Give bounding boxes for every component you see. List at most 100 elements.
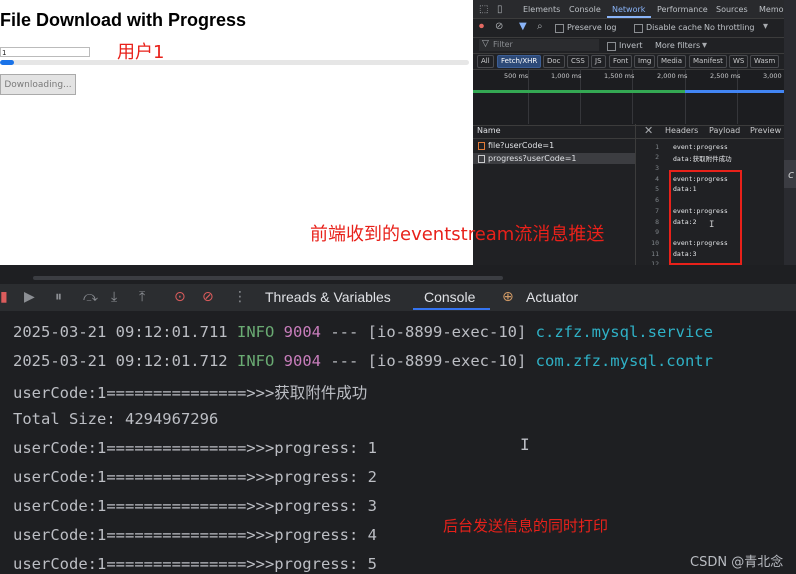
response-line: data:获取附件成功 xyxy=(673,155,732,163)
invert-checkbox[interactable] xyxy=(607,42,616,51)
filter-input[interactable]: Filter xyxy=(479,39,599,51)
timeline-tick: 2,000 ms xyxy=(657,72,688,80)
log-logger[interactable]: c.zfz.mysql.service xyxy=(536,323,713,341)
log-line: userCode:1===============>>>progress: 5 xyxy=(13,555,377,573)
devtools-tab-console[interactable]: Console xyxy=(569,5,601,14)
search-icon[interactable]: ⌕ xyxy=(537,21,543,32)
ide-debug-toolbar xyxy=(0,284,796,311)
type-filter-fetch-xhr[interactable]: Fetch/XHR xyxy=(497,55,542,68)
line-number: 2 xyxy=(655,153,659,161)
devtools-tab-network[interactable]: Network xyxy=(612,5,645,14)
mute-breakpoints-icon[interactable]: ⊘ xyxy=(202,289,214,305)
tab-console[interactable]: Console xyxy=(424,289,475,305)
tab-threads-variables[interactable]: Threads & Variables xyxy=(265,289,391,305)
log-separator: --- xyxy=(330,352,359,370)
step-into-icon[interactable]: ⤓ xyxy=(111,289,117,305)
devtools-tab-performance[interactable]: Performance xyxy=(657,5,708,14)
response-line: event:progress xyxy=(673,143,728,151)
type-filter-js[interactable]: JS xyxy=(591,55,606,68)
active-tab-indicator xyxy=(413,308,490,310)
request-row[interactable]: file?userCode=1 xyxy=(473,140,635,151)
timeline-waterfall-bar xyxy=(685,90,796,93)
chevron-down-icon[interactable]: ▾ xyxy=(702,40,707,51)
inspect-element-icon[interactable]: ⬚ xyxy=(479,4,488,15)
more-filters-button[interactable]: More filters xyxy=(655,41,700,50)
type-filter-media[interactable]: Media xyxy=(657,55,687,68)
xhr-request-icon xyxy=(478,142,485,150)
log-line: 2025-03-21 09:12:01.712 INFO 9004 --- [i… xyxy=(13,352,713,370)
devtools-tab-elements[interactable]: Elements xyxy=(523,5,560,14)
download-progress-bar xyxy=(0,60,469,65)
user-annotation: 用户1 xyxy=(117,42,165,63)
frontend-annotation: 前端收到的eventstream流消息推送 xyxy=(310,224,605,245)
devtools-tab-sources[interactable]: Sources xyxy=(716,5,748,14)
throttling-select[interactable]: No throttling xyxy=(704,23,755,32)
disable-cache-label: Disable cache xyxy=(646,23,702,32)
text-cursor-icon: I xyxy=(520,435,530,454)
user-code-input[interactable]: 1 xyxy=(0,47,90,57)
log-thread: [io-8899-exec-10] xyxy=(367,352,527,370)
log-pid: 9004 xyxy=(283,323,321,341)
type-filter-ws[interactable]: WS xyxy=(729,55,749,68)
device-toolbar-icon[interactable]: ▯ xyxy=(497,4,503,15)
line-number: 8 xyxy=(655,218,659,226)
timeline-tick: 2,500 ms xyxy=(710,72,741,80)
record-icon[interactable]: ⏺ xyxy=(479,21,484,32)
type-filter-doc[interactable]: Doc xyxy=(543,55,565,68)
log-line: userCode:1===============>>>progress: 4 xyxy=(13,526,377,544)
log-thread: [io-8899-exec-10] xyxy=(367,323,527,341)
request-name: file?userCode=1 xyxy=(488,141,555,150)
name-column-header[interactable]: Name xyxy=(477,126,501,135)
request-row-selected[interactable]: progress?userCode=1 xyxy=(473,153,635,164)
timeline-tick: 500 ms xyxy=(504,72,529,80)
preserve-log-label: Preserve log xyxy=(567,23,617,32)
detail-tab-headers[interactable]: Headers xyxy=(665,126,698,135)
pause-icon[interactable]: ⏸ xyxy=(55,289,62,305)
actuator-icon[interactable]: ⊕ xyxy=(502,289,514,305)
type-filter-wasm[interactable]: Wasm xyxy=(750,55,780,68)
line-number: 7 xyxy=(655,207,659,215)
type-filter-img[interactable]: Img xyxy=(634,55,656,68)
log-line: userCode:1===============>>>progress: 3 xyxy=(13,497,377,515)
type-filter-manifest[interactable]: Manifest xyxy=(689,55,727,68)
detail-tab-payload[interactable]: Payload xyxy=(709,126,740,135)
background-window-edge xyxy=(784,0,796,265)
document-request-icon xyxy=(478,155,485,163)
step-over-icon[interactable]: ⤼ xyxy=(83,289,98,305)
highlight-box xyxy=(669,170,742,265)
stop-icon[interactable]: ▮ xyxy=(0,289,8,305)
detail-tab-preview[interactable]: Preview xyxy=(750,126,781,135)
devtools-tab-memory[interactable]: Memo xyxy=(759,5,784,14)
clear-icon[interactable]: ⊘ xyxy=(495,21,503,32)
preserve-log-checkbox[interactable] xyxy=(555,24,564,33)
view-breakpoints-icon[interactable]: ⊙ xyxy=(174,289,186,305)
horizontal-scrollbar[interactable] xyxy=(33,276,503,280)
log-level: INFO xyxy=(236,352,275,370)
download-button[interactable]: Downloading... xyxy=(0,74,76,95)
invert-label: Invert xyxy=(619,41,643,50)
log-pid: 9004 xyxy=(283,352,321,370)
log-logger[interactable]: com.zfz.mysql.contr xyxy=(536,352,713,370)
disable-cache-checkbox[interactable] xyxy=(634,24,643,33)
line-number: 3 xyxy=(655,164,659,172)
line-number: 10 xyxy=(651,239,659,247)
log-line: 2025-03-21 09:12:01.711 INFO 9004 --- [i… xyxy=(13,323,713,341)
chevron-down-icon[interactable]: ▾ xyxy=(763,21,768,32)
close-icon[interactable]: ✕ xyxy=(644,124,653,137)
line-number: 5 xyxy=(655,185,659,193)
step-out-icon[interactable]: ⤒ xyxy=(139,289,145,305)
resume-icon[interactable]: ▶ xyxy=(24,289,35,305)
tab-actuator[interactable]: Actuator xyxy=(526,289,578,305)
log-line: userCode:1===============>>>progress: 2 xyxy=(13,468,377,486)
type-filter-css[interactable]: CSS xyxy=(567,55,589,68)
line-number: 6 xyxy=(655,196,659,204)
filter-funnel-icon[interactable]: ▼ xyxy=(519,21,527,32)
type-filter-font[interactable]: Font xyxy=(609,55,633,68)
type-filter-all[interactable]: All xyxy=(477,55,494,68)
more-options-icon[interactable]: ⋮ xyxy=(233,289,247,305)
log-line: userCode:1===============>>>progress: 1 xyxy=(13,439,377,457)
request-name: progress?userCode=1 xyxy=(488,154,577,163)
backend-annotation: 后台发送信息的同时打印 xyxy=(443,517,609,535)
filter-icon: ▽ xyxy=(482,39,489,49)
log-line: userCode:1===============>>>获取附件成功 xyxy=(13,384,368,402)
